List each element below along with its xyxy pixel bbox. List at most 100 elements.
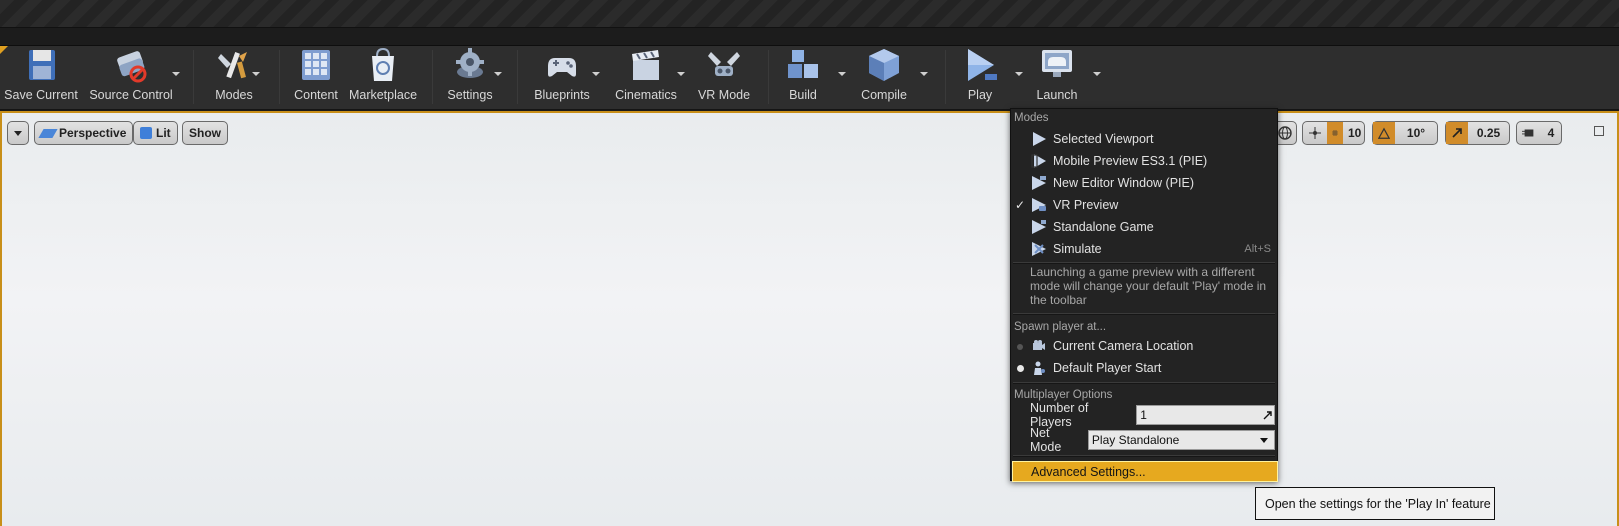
viewport-options-button[interactable] [7,121,29,145]
number-of-players-value: 1 [1140,408,1147,422]
gear-icon [456,48,484,78]
cinematics-button[interactable]: Cinematics [612,46,680,108]
compile-dropdown-icon[interactable] [920,72,928,76]
number-of-players-row: Number of Players 1 [1030,401,1275,429]
modes-button[interactable]: Modes [205,46,263,108]
marketplace-icon [372,47,394,81]
compile-cube-icon [869,49,899,81]
scale-snap-control[interactable]: 0.25 [1445,121,1510,145]
cinematics-dropdown-icon[interactable] [677,72,685,76]
spawn-option-label: Default Player Start [1053,361,1162,375]
mobile-preview-icon [1029,153,1049,169]
menu-item-selected-viewport[interactable]: Selected Viewport [1011,128,1277,150]
build-blocks-icon [788,50,818,78]
vr-mode-button[interactable]: VR Mode [696,46,752,108]
settings-button[interactable]: Settings [444,46,496,108]
number-of-players-input[interactable]: 1 [1136,405,1275,425]
camera-speed-control[interactable]: 4 [1516,121,1562,145]
chevron-down-icon [14,130,22,136]
spawn-option-label: Current Camera Location [1053,339,1194,353]
menu-item-label: Simulate [1053,242,1102,256]
camera-speed-icon [1517,122,1541,144]
menu-divider [1013,382,1275,384]
rotation-snap-control[interactable]: 10° [1372,121,1438,145]
menu-item-label: Selected Viewport [1053,132,1154,146]
resize-handle-icon[interactable] [1263,411,1272,420]
radio-unselected-icon [1011,339,1029,353]
simulate-icon [1029,241,1049,257]
save-icon [29,50,55,80]
net-mode-value: Play Standalone [1091,433,1180,447]
modes-icon [218,52,247,79]
rotation-snap-icon [1373,122,1395,144]
launch-monitor-icon [1042,50,1072,77]
drag-icon [1303,122,1327,144]
net-mode-row: Net Mode Play Standalone [1030,426,1275,454]
title-bar [0,0,1619,28]
play-button[interactable]: Play [958,46,1002,108]
play-icon [1029,131,1049,147]
cinematics-label: Cinematics [615,88,677,102]
advanced-settings-item[interactable]: Advanced Settings... [1012,461,1278,482]
spawn-current-camera[interactable]: Current Camera Location [1011,335,1277,357]
blueprints-dropdown-icon[interactable] [592,72,600,76]
lit-cube-icon [140,127,152,139]
launch-dropdown-icon[interactable] [1093,72,1101,76]
simulate-shortcut: Alt+S [1244,243,1271,255]
marketplace-button[interactable]: Marketplace [348,46,418,108]
lit-button[interactable]: Lit [133,121,178,145]
content-button[interactable]: Content [290,46,342,108]
new-window-icon [1029,175,1049,191]
menu-item-standalone-game[interactable]: Standalone Game [1011,216,1277,238]
blueprints-button[interactable]: Blueprints [530,46,594,108]
checkmark-icon: ✓ [1014,198,1026,212]
toolbar-separator [945,50,946,104]
blueprints-label: Blueprints [534,88,590,102]
perspective-icon [38,128,58,138]
play-dropdown-icon[interactable] [1015,72,1023,76]
modes-dropdown-icon[interactable] [252,72,260,76]
build-dropdown-icon[interactable] [838,72,846,76]
source-control-icon [117,51,147,83]
settings-dropdown-icon[interactable] [494,72,502,76]
menu-item-new-editor-window[interactable]: New Editor Window (PIE) [1011,172,1277,194]
show-button[interactable]: Show [182,121,228,145]
perspective-button[interactable]: Perspective [34,121,134,145]
source-control-button[interactable]: Source Control [88,46,174,108]
spawn-default-player-start[interactable]: Default Player Start [1011,357,1277,379]
modes-description: Launching a game preview with a differen… [1030,265,1267,307]
menu-divider [1013,262,1275,264]
menu-divider [1013,455,1275,457]
net-mode-select[interactable]: Play Standalone [1087,430,1275,450]
level-viewport[interactable]: Perspective Lit Show 10 10° 0.25 4 [0,111,1619,526]
vr-mode-label: VR Mode [697,88,751,102]
menu-item-vr-preview[interactable]: ✓ VR Preview [1011,194,1277,216]
compile-button[interactable]: Compile [856,46,912,108]
menu-item-label: Mobile Preview ES3.1 (PIE) [1053,154,1208,168]
maximize-viewport-icon[interactable] [1594,126,1604,136]
build-label: Build [789,88,817,102]
build-button[interactable]: Build [780,46,826,108]
number-of-players-label: Number of Players [1030,401,1089,429]
modes-section-header: Modes [1014,112,1049,124]
grid-snap-control[interactable]: 10 [1302,121,1365,145]
toolbar-separator [432,50,433,104]
toolbar-separator [517,50,518,104]
save-current-label: Save Current [4,88,78,102]
menu-item-mobile-preview[interactable]: Mobile Preview ES3.1 (PIE) [1011,150,1277,172]
vr-mode-icon [708,52,740,76]
main-toolbar: Save Current Source Control Modes Conten… [0,46,1619,110]
launch-button[interactable]: Launch [1032,46,1082,108]
source-control-dropdown-icon[interactable] [172,72,180,76]
toolbar-separator [768,50,769,104]
spawn-section-header: Spawn player at... [1014,321,1107,333]
toolbar-separator [193,50,194,104]
menu-item-simulate[interactable]: Simulate Alt+S [1011,238,1277,260]
toolbar-corner-accent [0,46,8,54]
menu-item-label: Standalone Game [1053,220,1154,234]
save-current-button[interactable]: Save Current [4,46,78,108]
compile-label: Compile [861,88,907,102]
editor-window: Save Current Source Control Modes Conten… [0,0,1619,526]
grid-snap-value: 10 [1348,126,1362,140]
modes-label: Modes [215,88,253,102]
